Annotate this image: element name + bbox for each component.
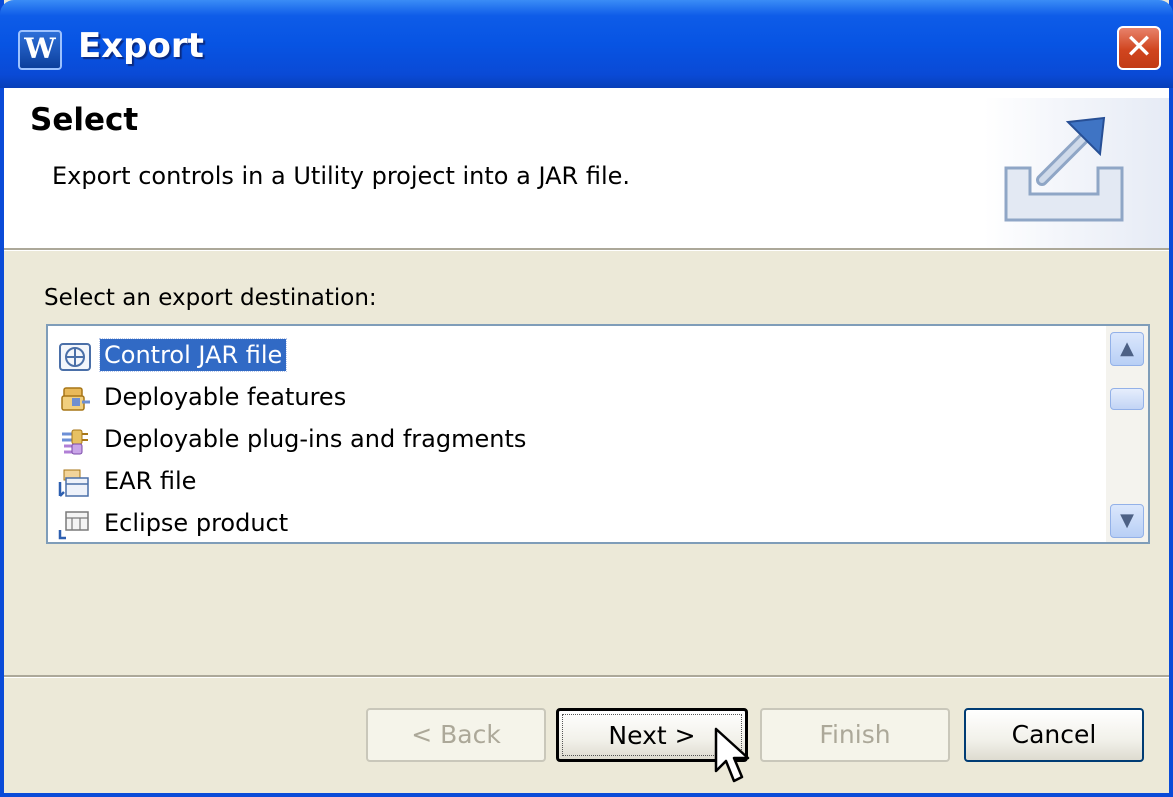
control-jar-icon	[58, 342, 92, 372]
vertical-scrollbar[interactable]: ▲ ▼	[1106, 326, 1148, 542]
list-item-label: Control JAR file	[98, 338, 288, 372]
app-icon: W	[18, 30, 62, 70]
list-item-label: Deployable features	[104, 383, 347, 411]
eclipse-product-icon	[58, 510, 92, 540]
wizard-header: Select Export controls in a Utility proj…	[4, 88, 1169, 248]
scroll-thumb[interactable]	[1110, 388, 1144, 410]
scroll-up-icon[interactable]: ▲	[1110, 332, 1144, 366]
list-item-label: EAR file	[104, 467, 197, 495]
list-item-label: Deployable plug-ins and fragments	[104, 425, 527, 453]
window-title: Export	[78, 26, 204, 66]
back-button[interactable]: < Back	[366, 708, 546, 762]
close-button[interactable]: ✕	[1117, 26, 1161, 70]
export-dialog: W Export ✕ Select Export controls in a U…	[0, 0, 1173, 797]
destination-list[interactable]: Control JAR file Deployable features Dep…	[46, 324, 1150, 544]
scroll-down-icon[interactable]: ▼	[1110, 504, 1144, 538]
features-icon	[58, 384, 92, 414]
plugins-icon	[58, 426, 92, 456]
export-wizard-graphic	[984, 98, 1169, 248]
finish-button[interactable]: Finish	[760, 708, 950, 762]
mouse-cursor-icon	[714, 727, 754, 789]
cancel-button[interactable]: Cancel	[964, 708, 1144, 762]
page-title: Select	[30, 102, 139, 138]
header-divider	[4, 248, 1169, 251]
ear-file-icon	[58, 468, 92, 498]
destination-prompt: Select an export destination:	[44, 285, 377, 311]
page-description: Export controls in a Utility project int…	[52, 162, 631, 190]
list-item-label: Eclipse product	[104, 509, 289, 537]
title-bar[interactable]: W Export ✕	[0, 0, 1173, 88]
footer-divider	[4, 675, 1169, 678]
